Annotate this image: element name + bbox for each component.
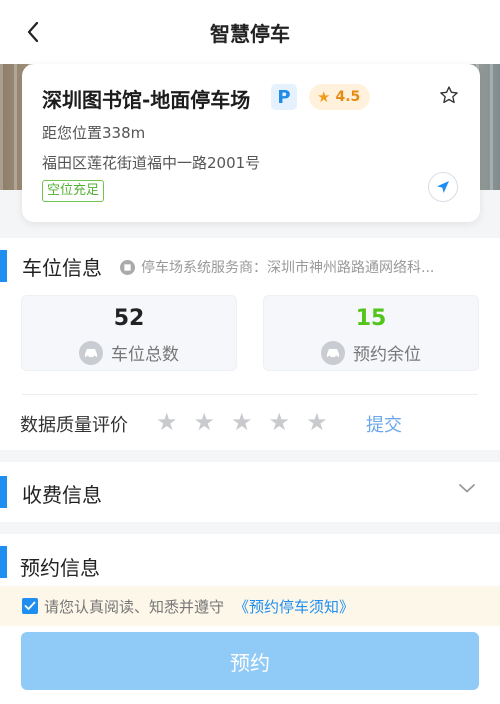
total-spaces-box: 52 车位总数: [21, 295, 237, 371]
section-accent-bar: [0, 250, 7, 282]
agreement-row: 请您认真阅读、知悉并遵守 《预约停车须知》: [0, 586, 500, 626]
available-spaces-label: 预约余位: [353, 345, 421, 365]
favorite-button[interactable]: [436, 82, 462, 108]
space-info-title: 车位信息: [22, 256, 102, 280]
section-accent-bar: [0, 476, 7, 508]
chevron-down-icon[interactable]: [458, 482, 476, 494]
parking-p-icon: P: [271, 84, 297, 110]
navigate-button[interactable]: [428, 172, 458, 202]
parking-lot-card: 深圳图书馆-地面停车场 P ★ 4.5 距您位置338m 福田区莲花街道福中一路…: [22, 64, 480, 222]
star-outline-icon: [440, 86, 458, 104]
car-icon: [321, 340, 345, 365]
provider-icon: [120, 259, 135, 275]
checkmark-icon: [24, 601, 36, 610]
availability-tag: 空位充足: [42, 180, 105, 202]
space-info-section: 车位信息 停车场系统服务商：深圳市神州路路通网络科... 52 车位总数 15 …: [0, 238, 500, 450]
total-spaces-label: 车位总数: [111, 345, 179, 365]
rating-badge: ★ 4.5: [309, 84, 371, 110]
section-accent-bar: [0, 546, 7, 578]
booking-info-section: 预约信息 请您认真阅读、知悉并遵守 《预约停车须知》 预约: [0, 534, 500, 704]
rating-star-icon[interactable]: ★: [231, 409, 253, 435]
fee-info-section[interactable]: 收费信息: [0, 462, 500, 522]
agreement-text: 请您认真阅读、知悉并遵守: [44, 597, 225, 616]
agreement-checkbox[interactable]: [22, 598, 38, 614]
fee-info-title: 收费信息: [22, 483, 102, 507]
rating-stars: ★ ★ ★ ★ ★: [156, 409, 328, 435]
booking-notice-link[interactable]: 《预约停车须知》: [234, 596, 354, 617]
rating-value: 4.5: [335, 89, 361, 105]
available-spaces-value: 15: [355, 306, 387, 331]
available-spaces-label-row: 预约余位: [264, 340, 478, 365]
total-spaces-value: 52: [113, 306, 145, 331]
divider: [22, 394, 478, 395]
navigation-bar: 智慧停车: [0, 0, 500, 64]
navigation-arrow-icon: [437, 181, 449, 193]
provider-text: 停车场系统服务商：深圳市神州路路通网络科...: [141, 260, 435, 276]
available-spaces-box: 15 预约余位: [263, 295, 479, 371]
parking-lot-name: 深圳图书馆-地面停车场: [42, 88, 251, 112]
provider-info: 停车场系统服务商：深圳市神州路路通网络科...: [120, 257, 480, 277]
book-button[interactable]: 预约: [21, 632, 479, 690]
address-text: 福田区莲花街道福中一路2001号: [42, 154, 261, 172]
data-quality-label: 数据质量评价: [20, 415, 128, 436]
star-icon: ★: [317, 88, 331, 106]
rating-star-icon[interactable]: ★: [269, 409, 291, 435]
rating-star-icon[interactable]: ★: [194, 409, 216, 435]
distance-text: 距您位置338m: [42, 124, 146, 142]
rating-star-icon[interactable]: ★: [306, 409, 328, 435]
booking-info-title: 预约信息: [20, 556, 100, 580]
total-spaces-label-row: 车位总数: [22, 340, 236, 365]
page-title: 智慧停车: [210, 22, 290, 46]
submit-rating-link[interactable]: 提交: [366, 411, 402, 437]
rating-star-icon[interactable]: ★: [156, 409, 178, 435]
parking-p-letter: P: [277, 86, 291, 108]
car-icon: [79, 340, 103, 365]
